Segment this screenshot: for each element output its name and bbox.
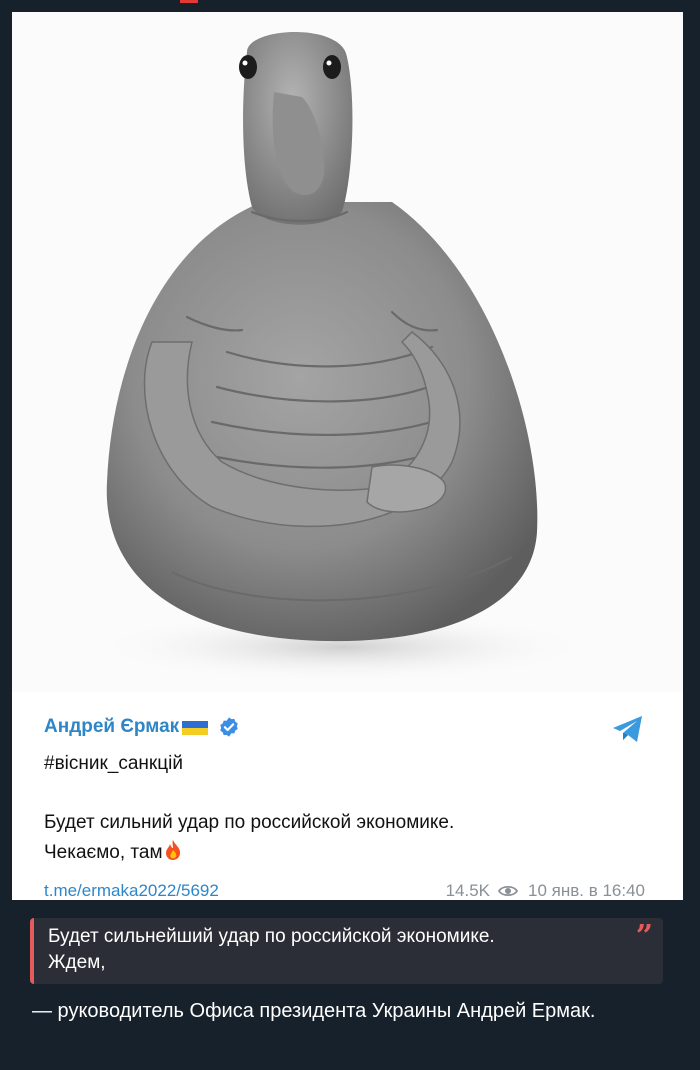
top-accent [180, 0, 198, 3]
attribution-text: — руководитель Офиса президента Украины … [32, 1000, 596, 1022]
quote-line-2: Ждем, [48, 952, 106, 973]
post-message: Андрей Єрмак #вісник_санкцій Будет сильн… [12, 692, 683, 900]
fire-emoji-icon [165, 840, 180, 860]
post-link[interactable]: t.me/ermaka2022/5692 [44, 881, 219, 900]
post-date: 10 янв. в 16:40 [528, 881, 645, 900]
creature-illustration [92, 32, 592, 682]
quote-text: Будет сильнейший удар по российской экон… [48, 924, 628, 976]
post-text-line-1: Будет сильний удар по российской экономи… [44, 812, 455, 833]
author-row: Андрей Єрмак [44, 714, 240, 740]
post-text: Будет сильний удар по российской экономи… [44, 808, 644, 868]
verified-icon [220, 717, 238, 737]
hashtag[interactable]: #вісник_санкцій [44, 753, 183, 775]
telegram-post-card: Андрей Єрмак #вісник_санкцій Будет сильн… [12, 12, 683, 900]
post-photo[interactable] [12, 12, 683, 692]
quote-block: Будет сильнейший удар по российской экон… [30, 918, 663, 984]
post-meta: 14.5K 10 янв. в 16:40 [446, 881, 645, 900]
quote-line-1: Будет сильнейший удар по российской экон… [48, 926, 495, 947]
quote-bar [30, 918, 34, 984]
top-bar [0, 0, 700, 12]
author-name[interactable]: Андрей Єрмак [44, 716, 179, 738]
views-count: 14.5K [445, 881, 490, 900]
flag-ukraine-icon [182, 721, 209, 735]
post-text-line-2: Чекаємо, там [44, 838, 644, 868]
telegram-icon[interactable] [611, 714, 645, 744]
quote-mark-icon: ” [635, 919, 653, 954]
eye-icon [498, 885, 518, 897]
